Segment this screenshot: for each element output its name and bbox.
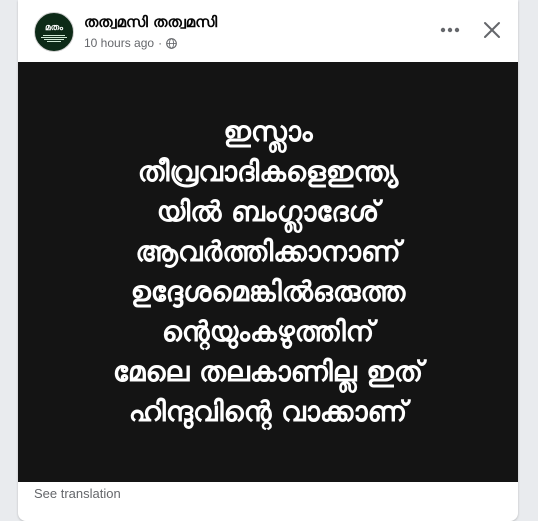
post-actions [438, 18, 504, 42]
avatar-logo: മതം [44, 22, 63, 33]
see-translation-link[interactable]: See translation [34, 486, 121, 501]
more-options-button[interactable] [438, 18, 462, 42]
timestamp[interactable]: 10 hours ago [84, 36, 154, 50]
author-name[interactable]: തത്വമസി തത്വമസി [84, 13, 217, 31]
close-button[interactable] [480, 18, 504, 42]
meta-separator: · [158, 36, 163, 50]
close-icon [484, 22, 500, 38]
post-header: മതം തത്വമസി തത്വമസി 10 hours ago · [18, 0, 518, 62]
avatar[interactable]: മതം [34, 12, 74, 52]
post-image-text: ഇസ്ലാം തീവ്രവാദികളെഇന്ത്യ യിൽ ബംഗ്ലാദേശ്… [112, 115, 424, 428]
post-meta: 10 hours ago · [84, 36, 177, 50]
avatar-text-lines [41, 34, 67, 42]
more-options-icon [440, 27, 460, 33]
post-card: മതം തത്വമസി തത്വമസി 10 hours ago · ഇസ്ലാ… [18, 0, 518, 521]
post-image[interactable]: ഇസ്ലാം തീവ്രവാദികളെഇന്ത്യ യിൽ ബംഗ്ലാദേശ്… [18, 62, 518, 482]
globe-icon [166, 37, 177, 49]
